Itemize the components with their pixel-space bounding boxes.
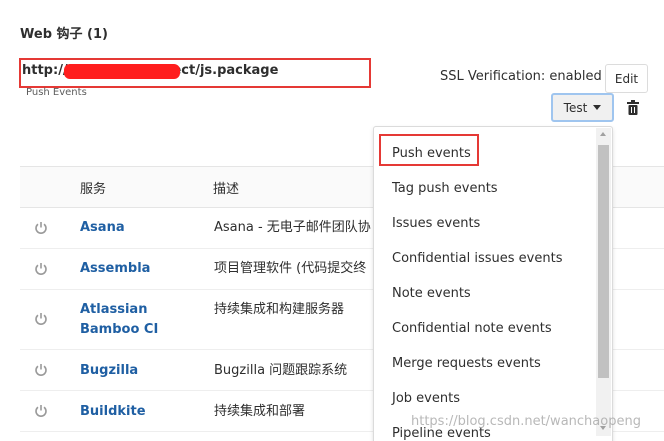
service-description: Asana - 无电子邮件团队协 [214,220,371,235]
menu-item-issues-events[interactable]: Issues events [392,216,480,231]
power-icon[interactable] [34,404,48,418]
caret-down-icon [593,105,602,110]
column-header-description: 描述 [213,182,240,197]
redaction-mark [64,64,180,79]
service-link[interactable]: Buildkite [80,402,146,422]
menu-item-merge-requests-events[interactable]: Merge requests events [392,356,541,371]
trash-icon[interactable] [626,100,640,116]
menu-item-job-events[interactable]: Job events [392,391,460,406]
service-description: 项目管理软件 (代码提交终 [214,261,367,276]
column-header-service: 服务 [80,182,107,197]
ssl-status: SSL Verification: enabled [440,69,602,84]
service-description: 持续集成和部署 [214,404,306,419]
power-icon[interactable] [34,363,48,377]
test-button-label: Test [563,100,588,115]
service-link[interactable]: Assembla [80,259,150,279]
power-icon[interactable] [34,312,48,326]
edit-button[interactable]: Edit [605,64,648,93]
power-icon[interactable] [34,221,48,235]
test-events-dropdown: Push events Tag push events Issues event… [373,126,613,441]
scrollbar-thumb[interactable] [598,145,609,378]
service-description: Bugzilla 问题跟踪系统 [214,363,348,378]
webhooks-title: Web 钩子 (1) [20,27,108,42]
watermark: https://blog.csdn.net/wanchaopeng [411,414,641,429]
power-icon[interactable] [34,262,48,276]
service-link[interactable]: Bugzilla [80,361,138,381]
service-description: 持续集成和构建服务器 [214,302,345,317]
test-button[interactable]: Test [551,93,614,122]
service-link[interactable]: Atlassian Bamboo CI [80,300,170,340]
menu-item-push-events[interactable]: Push events [392,146,471,161]
menu-item-confidential-note-events[interactable]: Confidential note events [392,321,552,336]
service-link[interactable]: Asana [80,218,125,238]
hook-events: Push Events [26,87,87,98]
scroll-up-icon[interactable] [600,132,606,136]
menu-item-note-events[interactable]: Note events [392,286,471,301]
menu-item-confidential-issues-events[interactable]: Confidential issues events [392,251,562,266]
menu-item-tag-push-events[interactable]: Tag push events [392,181,498,196]
